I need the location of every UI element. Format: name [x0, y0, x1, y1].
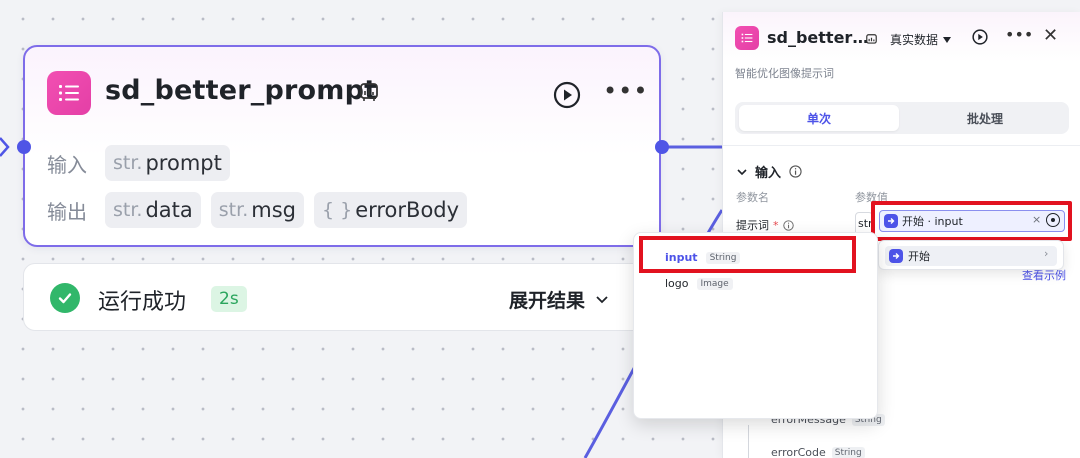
prompt-list-icon [47, 71, 91, 115]
node-dropdown: 开始 › [878, 240, 1064, 270]
run-node-button[interactable] [553, 81, 581, 109]
output-param-chip: str. data [105, 192, 201, 228]
input-section-header[interactable]: 输入 [737, 162, 802, 181]
dropdown-item-logo[interactable]: logo Image [665, 277, 733, 290]
more-options-icon[interactable]: ••• [603, 77, 648, 105]
highlight-input-item [639, 236, 856, 273]
run-status-text: 运行成功 [98, 290, 187, 315]
output-param-chip: { } errorBody [313, 192, 468, 228]
input-label: 输入 [47, 152, 87, 177]
variable-picker-icon[interactable] [1046, 213, 1060, 227]
start-node-icon [889, 249, 903, 263]
chevron-down-icon [596, 295, 608, 303]
plugin-tag-icon [865, 31, 878, 50]
input-param-chip: str. prompt [105, 145, 230, 181]
run-result-bar: 运行成功 2s 展开结果 [23, 263, 661, 331]
column-header-name: 参数名 [736, 191, 769, 204]
output-param-chip: str. msg [210, 192, 304, 228]
data-mode-select[interactable]: 真实数据 [890, 31, 952, 48]
highlight-ref-field: 开始 · input × [871, 201, 1072, 241]
variable-ref-input[interactable]: 开始 · input × [879, 210, 1065, 232]
mode-tabs: 单次 批处理 [735, 102, 1069, 134]
tab-single[interactable]: 单次 [739, 105, 899, 131]
plugin-tag-icon [358, 81, 380, 107]
clear-icon[interactable]: × [1032, 213, 1041, 226]
more-options-icon[interactable]: ••• [1005, 25, 1033, 44]
output-label: 输出 [47, 199, 87, 224]
tree-line [748, 425, 749, 458]
prompt-list-icon [735, 26, 759, 50]
chevron-right-icon: › [1044, 247, 1049, 260]
expand-results-button[interactable]: 展开结果 [509, 286, 609, 313]
close-icon[interactable]: ✕ [1043, 25, 1058, 46]
param-label: 提示词 * [736, 217, 794, 233]
tab-batch[interactable]: 批处理 [905, 105, 1065, 131]
node-input-port[interactable] [17, 140, 31, 154]
node-inputs-row: 输入 str. prompt [47, 145, 230, 181]
node-output-port[interactable] [655, 140, 669, 154]
check-circle-icon [50, 283, 80, 313]
info-icon [789, 165, 802, 178]
caret-down-icon [943, 36, 952, 43]
node-outputs-row: 输出 str. data str. msg { } errorBody [47, 192, 468, 228]
node-title: sd_better_prompt [105, 75, 378, 106]
ref-value-text: 开始 · input [902, 215, 963, 228]
run-button[interactable] [972, 29, 988, 45]
chevron-down-icon [737, 168, 747, 175]
info-icon [782, 219, 794, 231]
panel-title: sd_better… [767, 28, 869, 47]
output-list-item: errorCode String [771, 446, 865, 458]
workflow-node-card[interactable]: sd_better_prompt ••• 输入 str. prompt 输出 st… [23, 45, 661, 247]
panel-description: 智能优化图像提示词 [735, 67, 834, 80]
start-node-icon [884, 214, 898, 228]
divider [723, 145, 1080, 146]
dropdown-node-start[interactable]: 开始 [885, 246, 1057, 266]
run-time-badge: 2s [211, 286, 247, 312]
